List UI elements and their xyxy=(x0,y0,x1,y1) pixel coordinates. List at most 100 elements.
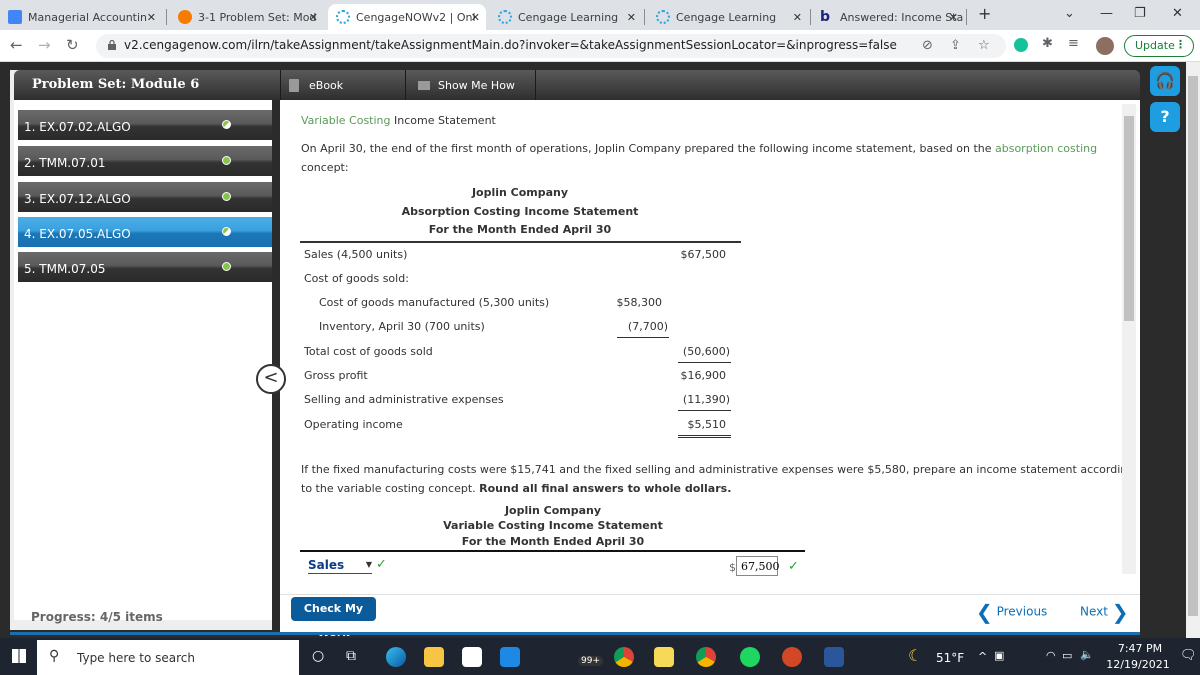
clock-date[interactable]: 12/19/2021 xyxy=(1100,658,1176,671)
close-window-icon[interactable]: ✕ xyxy=(1172,6,1183,21)
content-scrollbar[interactable] xyxy=(1122,104,1136,574)
tab-search-icon[interactable]: ⌄ xyxy=(1064,6,1075,21)
extensions-icon[interactable]: ✱ xyxy=(1042,36,1053,51)
mail-icon[interactable] xyxy=(500,647,520,667)
word-icon[interactable] xyxy=(824,647,844,667)
correct-check-icon: ✓ xyxy=(788,559,799,574)
sidebar-title: Problem Set: Module 6 xyxy=(14,70,282,100)
mail-badge: 99+ xyxy=(578,656,603,666)
store-icon[interactable] xyxy=(462,647,482,667)
spotify-icon[interactable] xyxy=(740,647,760,667)
absorption-title: Absorption Costing Income Statement xyxy=(401,205,639,218)
file-explorer-icon[interactable] xyxy=(424,647,444,667)
previous-button[interactable]: ❮ Previous xyxy=(976,600,1047,624)
sales-amount-input[interactable]: 67,500 xyxy=(736,556,780,576)
forward-icon[interactable]: → xyxy=(38,36,51,54)
windows-taskbar: ⚲ Type here to search ○ ⧉ 99+ ☾ 51°F ^ ▣… xyxy=(0,638,1200,675)
powerpoint-icon[interactable] xyxy=(782,647,802,667)
windows-start-icon[interactable] xyxy=(12,649,26,663)
profile-avatar[interactable] xyxy=(1096,37,1114,55)
complete-status-icon xyxy=(222,262,231,271)
tab-cengage-learning-1[interactable]: Cengage Learning ✕ xyxy=(490,4,642,30)
close-icon[interactable]: ✕ xyxy=(949,11,958,24)
notification-icon[interactable]: 🗨 xyxy=(1180,648,1197,663)
row-value: (7,700) xyxy=(627,320,668,333)
restore-icon[interactable]: ❐ xyxy=(1134,6,1146,21)
minimize-icon[interactable]: — xyxy=(1100,6,1113,21)
meet-now-icon[interactable]: ▣ xyxy=(994,649,1004,662)
absorption-costing-link[interactable]: absorption costing xyxy=(995,142,1097,155)
sidebar-item-3[interactable]: 3. EX.07.12.ALGO xyxy=(18,182,272,212)
reload-icon[interactable]: ↻ xyxy=(66,36,79,54)
complete-status-icon xyxy=(222,156,231,165)
search-icon: ⚲ xyxy=(49,648,60,664)
browser-tab-bar: Managerial Accountin ✕ 3-1 Problem Set: … xyxy=(0,0,1200,30)
sidebar-item-2[interactable]: 2. TMM.07.01 xyxy=(18,146,272,176)
ebook-button[interactable]: eBook xyxy=(280,70,406,100)
new-tab-button[interactable]: + xyxy=(978,4,991,23)
question-intro: On April 30, the end of the first month … xyxy=(301,142,1098,155)
chrome-profile-icon[interactable] xyxy=(696,647,716,667)
weather-text[interactable]: 51°F xyxy=(936,651,964,665)
row-label-select[interactable]: Sales ▼ xyxy=(308,558,372,574)
tab-cengagenow[interactable]: CengageNOWv2 | Onl ✕ xyxy=(328,4,486,30)
show-me-how-button[interactable]: Show Me How xyxy=(406,70,536,100)
share-icon[interactable]: ⇪ xyxy=(950,38,961,53)
close-icon[interactable]: ✕ xyxy=(793,11,802,24)
tab-problem-set[interactable]: 3-1 Problem Set: Mod ✕ xyxy=(170,4,324,30)
row-value: $58,300 xyxy=(616,296,663,309)
cortana-icon[interactable]: ○ xyxy=(312,648,324,664)
url-text[interactable]: v2.cengagenow.com/ilrn/takeAssignment/ta… xyxy=(124,38,897,52)
tab-cengage-learning-2[interactable]: Cengage Learning ✕ xyxy=(648,4,808,30)
row-value: $16,900 xyxy=(680,369,727,382)
show-hidden-icons[interactable]: ^ xyxy=(978,650,987,663)
brightspace-icon xyxy=(178,10,192,24)
close-icon[interactable]: ✕ xyxy=(627,11,636,24)
video-icon xyxy=(418,80,430,90)
question-toolbar: eBook Show Me How xyxy=(280,70,1140,100)
instruction-text: If the fixed manufacturing costs were $1… xyxy=(301,463,1135,476)
variable-title: Variable Costing Income Statement xyxy=(443,519,663,532)
volume-icon[interactable]: 🔈 xyxy=(1080,648,1094,661)
row-label: Gross profit xyxy=(304,369,368,382)
tab-bartleby[interactable]: b Answered: Income Sta ✕ xyxy=(812,4,964,30)
check-my-work-button[interactable]: Check My Work xyxy=(291,597,376,639)
chrome-icon[interactable] xyxy=(614,647,634,667)
row-label: Selling and administrative expenses xyxy=(304,393,504,406)
page-scrollbar[interactable] xyxy=(1186,62,1200,638)
variable-company: Joplin Company xyxy=(504,504,602,517)
edge-icon[interactable] xyxy=(386,647,406,667)
rounding-instruction: Round all final answers to whole dollars… xyxy=(479,482,732,495)
taskbar-search[interactable]: ⚲ Type here to search xyxy=(37,640,299,675)
support-headset-icon[interactable]: 🎧 xyxy=(1150,66,1180,96)
kebab-menu-icon[interactable]: ⋮ xyxy=(1175,38,1186,51)
task-view-icon[interactable]: ⧉ xyxy=(346,648,356,664)
back-icon[interactable]: ← xyxy=(10,36,23,54)
help-icon[interactable]: ? xyxy=(1150,102,1180,132)
battery-icon[interactable]: ▭ xyxy=(1062,649,1072,662)
tab-managerial-accounting[interactable]: Managerial Accountin ✕ xyxy=(0,4,162,30)
network-icon[interactable]: ◠ xyxy=(1046,649,1056,662)
omnibox[interactable]: v2.cengagenow.com/ilrn/takeAssignment/ta… xyxy=(96,34,1006,58)
bookmark-star-icon[interactable]: ☆ xyxy=(978,38,990,53)
scroll-thumb[interactable] xyxy=(1188,76,1198,616)
collapse-sidebar-button[interactable]: < xyxy=(256,364,286,394)
tracking-off-icon[interactable]: ⊘ xyxy=(922,38,933,53)
close-icon[interactable]: ✕ xyxy=(309,11,318,24)
update-button[interactable]: Update ⋮ xyxy=(1124,35,1194,57)
reading-list-icon[interactable]: ≡ xyxy=(1068,36,1079,51)
next-button[interactable]: Next ❯ xyxy=(1080,600,1129,624)
grammarly-icon[interactable] xyxy=(1014,38,1028,52)
row-value: $5,510 xyxy=(687,418,727,431)
clock-time[interactable]: 7:47 PM xyxy=(1108,642,1172,655)
close-icon[interactable]: ✕ xyxy=(471,11,480,24)
sidebar-item-5[interactable]: 5. TMM.07.05 xyxy=(18,252,272,282)
variable-costing-link[interactable]: Variable Costing xyxy=(301,114,391,127)
scroll-thumb[interactable] xyxy=(1124,116,1134,321)
sidebar-item-1[interactable]: 1. EX.07.02.ALGO xyxy=(18,110,272,140)
sticky-notes-icon[interactable] xyxy=(654,647,674,667)
sidebar-item-4[interactable]: 4. EX.07.05.ALGO xyxy=(18,217,272,247)
cengage-icon xyxy=(498,10,512,24)
close-icon[interactable]: ✕ xyxy=(147,11,156,24)
weather-moon-icon: ☾ xyxy=(908,646,923,665)
